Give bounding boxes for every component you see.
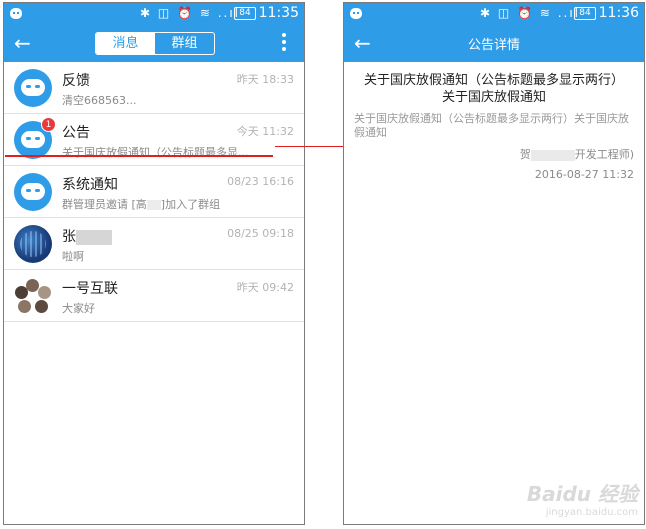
battery-indicator: 84 xyxy=(234,7,256,20)
battery-indicator: 84 xyxy=(574,7,596,20)
preview-suffix: ]加入了群组 xyxy=(160,198,221,211)
conversation-list: 反馈 昨天 18:33 清空668563... 1 公告 今天 11:32 关于… xyxy=(4,62,304,322)
back-arrow-icon[interactable]: ← xyxy=(14,33,34,53)
status-icons: ✱ ◫ ⏰ ≋ ..ıl xyxy=(140,6,240,20)
preview-prefix: 群管理员邀请 [高 xyxy=(62,198,147,211)
conversation-time: 今天 11:32 xyxy=(236,125,294,138)
chat-notification-icon xyxy=(10,8,22,19)
page-title: 公告详情 xyxy=(467,38,520,53)
status-bar: ✱ ◫ ⏰ ≋ ..ıl 84 11:36 xyxy=(344,3,644,25)
announcement-detail: 关于国庆放假通知（公告标题最多显示两行）关于国庆放假通知 关于国庆放假通知（公告… xyxy=(344,62,644,191)
conversation-preview: 啦啊 xyxy=(62,250,84,263)
tab-messages[interactable]: 消息 xyxy=(96,33,155,54)
conversation-preview: 群管理员邀请 [高 ]加入了群组 xyxy=(62,196,220,212)
phone-screen-announcement-detail: ✱ ◫ ⏰ ≋ ..ıl 84 11:36 ← 公告详情 关于国庆放假通知（公告… xyxy=(343,2,645,525)
redacted-text xyxy=(146,200,161,210)
conversation-time: 08/23 16:16 xyxy=(227,175,294,188)
conversation-item-contact[interactable]: 张 08/25 09:18 啦啊 xyxy=(4,218,304,270)
announcement-body: 关于国庆放假通知（公告标题最多显示两行）关于国庆放假通知 xyxy=(354,112,629,139)
group-avatar xyxy=(14,277,52,315)
status-clock: 11:36 xyxy=(598,5,639,21)
status-icons: ✱ ◫ ⏰ ≋ ..ıl xyxy=(480,6,580,20)
conversation-time: 昨天 09:42 xyxy=(236,281,294,294)
conversation-name: 张 xyxy=(62,226,112,246)
conversation-preview: 大家好 xyxy=(62,302,95,315)
robot-avatar-icon xyxy=(14,69,52,107)
conversation-item-system[interactable]: 系统通知 08/23 16:16 群管理员邀请 [高 ]加入了群组 xyxy=(4,166,304,218)
conversation-item-announcement[interactable]: 1 公告 今天 11:32 关于国庆放假通知（公告标题最多显... xyxy=(4,114,304,166)
redacted-name xyxy=(530,149,575,161)
conversation-name: 系统通知 xyxy=(62,177,118,193)
conversation-item-group[interactable]: 一号互联 昨天 09:42 大家好 xyxy=(4,270,304,322)
conversation-preview: 关于国庆放假通知（公告标题最多显... xyxy=(62,146,249,159)
tab-switcher: 消息 群组 xyxy=(95,32,215,55)
conversation-name: 公告 xyxy=(62,125,90,141)
conversation-preview: 清空668563... xyxy=(62,94,137,107)
conversation-time: 昨天 18:33 xyxy=(236,73,294,86)
watermark-logo: Baidu 经验 xyxy=(526,482,638,506)
conversation-time: 08/25 09:18 xyxy=(227,227,294,240)
chat-notification-icon xyxy=(350,8,362,19)
conversation-item-feedback[interactable]: 反馈 昨天 18:33 清空668563... xyxy=(4,62,304,114)
phone-screen-messages: ✱ ◫ ⏰ ≋ ..ıl 84 11:35 ← 消息 群组 反馈 昨天 18:3… xyxy=(3,2,305,525)
more-options-icon[interactable] xyxy=(282,31,288,55)
status-bar: ✱ ◫ ⏰ ≋ ..ıl 84 11:35 xyxy=(4,3,304,25)
baidu-watermark: Baidu 经验 jingyan.baidu.com xyxy=(527,478,638,518)
unread-badge: 1 xyxy=(41,117,56,132)
conversation-name: 反馈 xyxy=(62,73,90,89)
watermark-url: jingyan.baidu.com xyxy=(545,507,638,518)
title-bar: ← 消息 群组 xyxy=(4,25,304,62)
robot-avatar-icon xyxy=(14,173,52,211)
annotation-underline xyxy=(5,155,273,157)
announcement-date: 2016-08-27 11:32 xyxy=(534,168,634,181)
status-clock: 11:35 xyxy=(258,5,299,21)
title-bar: ← 公告详情 xyxy=(344,25,644,62)
user-photo-avatar xyxy=(14,225,52,263)
announcement-author: 贺开发工程师) xyxy=(519,148,634,161)
redacted-name xyxy=(76,229,112,245)
tab-groups[interactable]: 群组 xyxy=(155,33,214,54)
announcement-title: 关于国庆放假通知（公告标题最多显示两行）关于国庆放假通知 xyxy=(364,73,625,105)
conversation-name: 一号互联 xyxy=(62,281,118,297)
